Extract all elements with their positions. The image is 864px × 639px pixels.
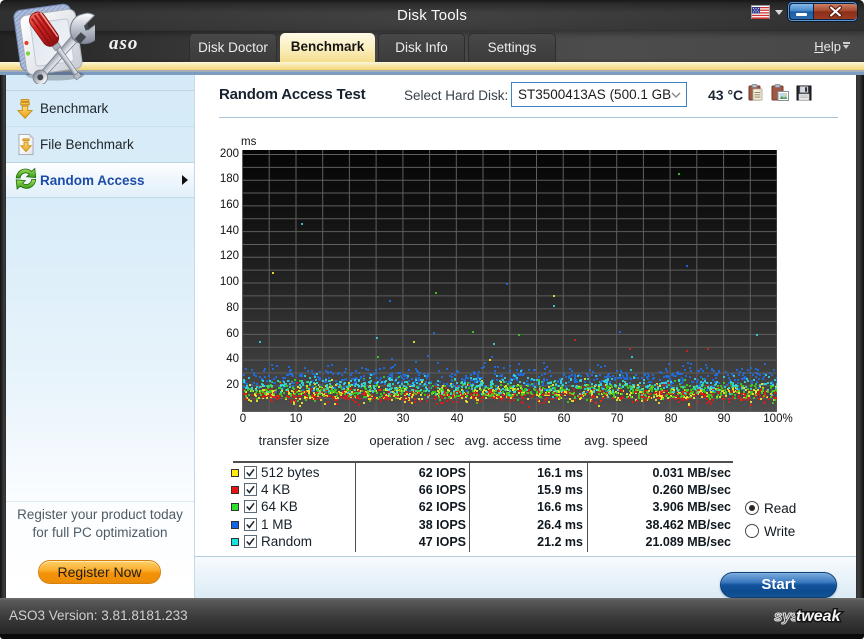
- svg-text:tweak: tweak: [796, 608, 842, 625]
